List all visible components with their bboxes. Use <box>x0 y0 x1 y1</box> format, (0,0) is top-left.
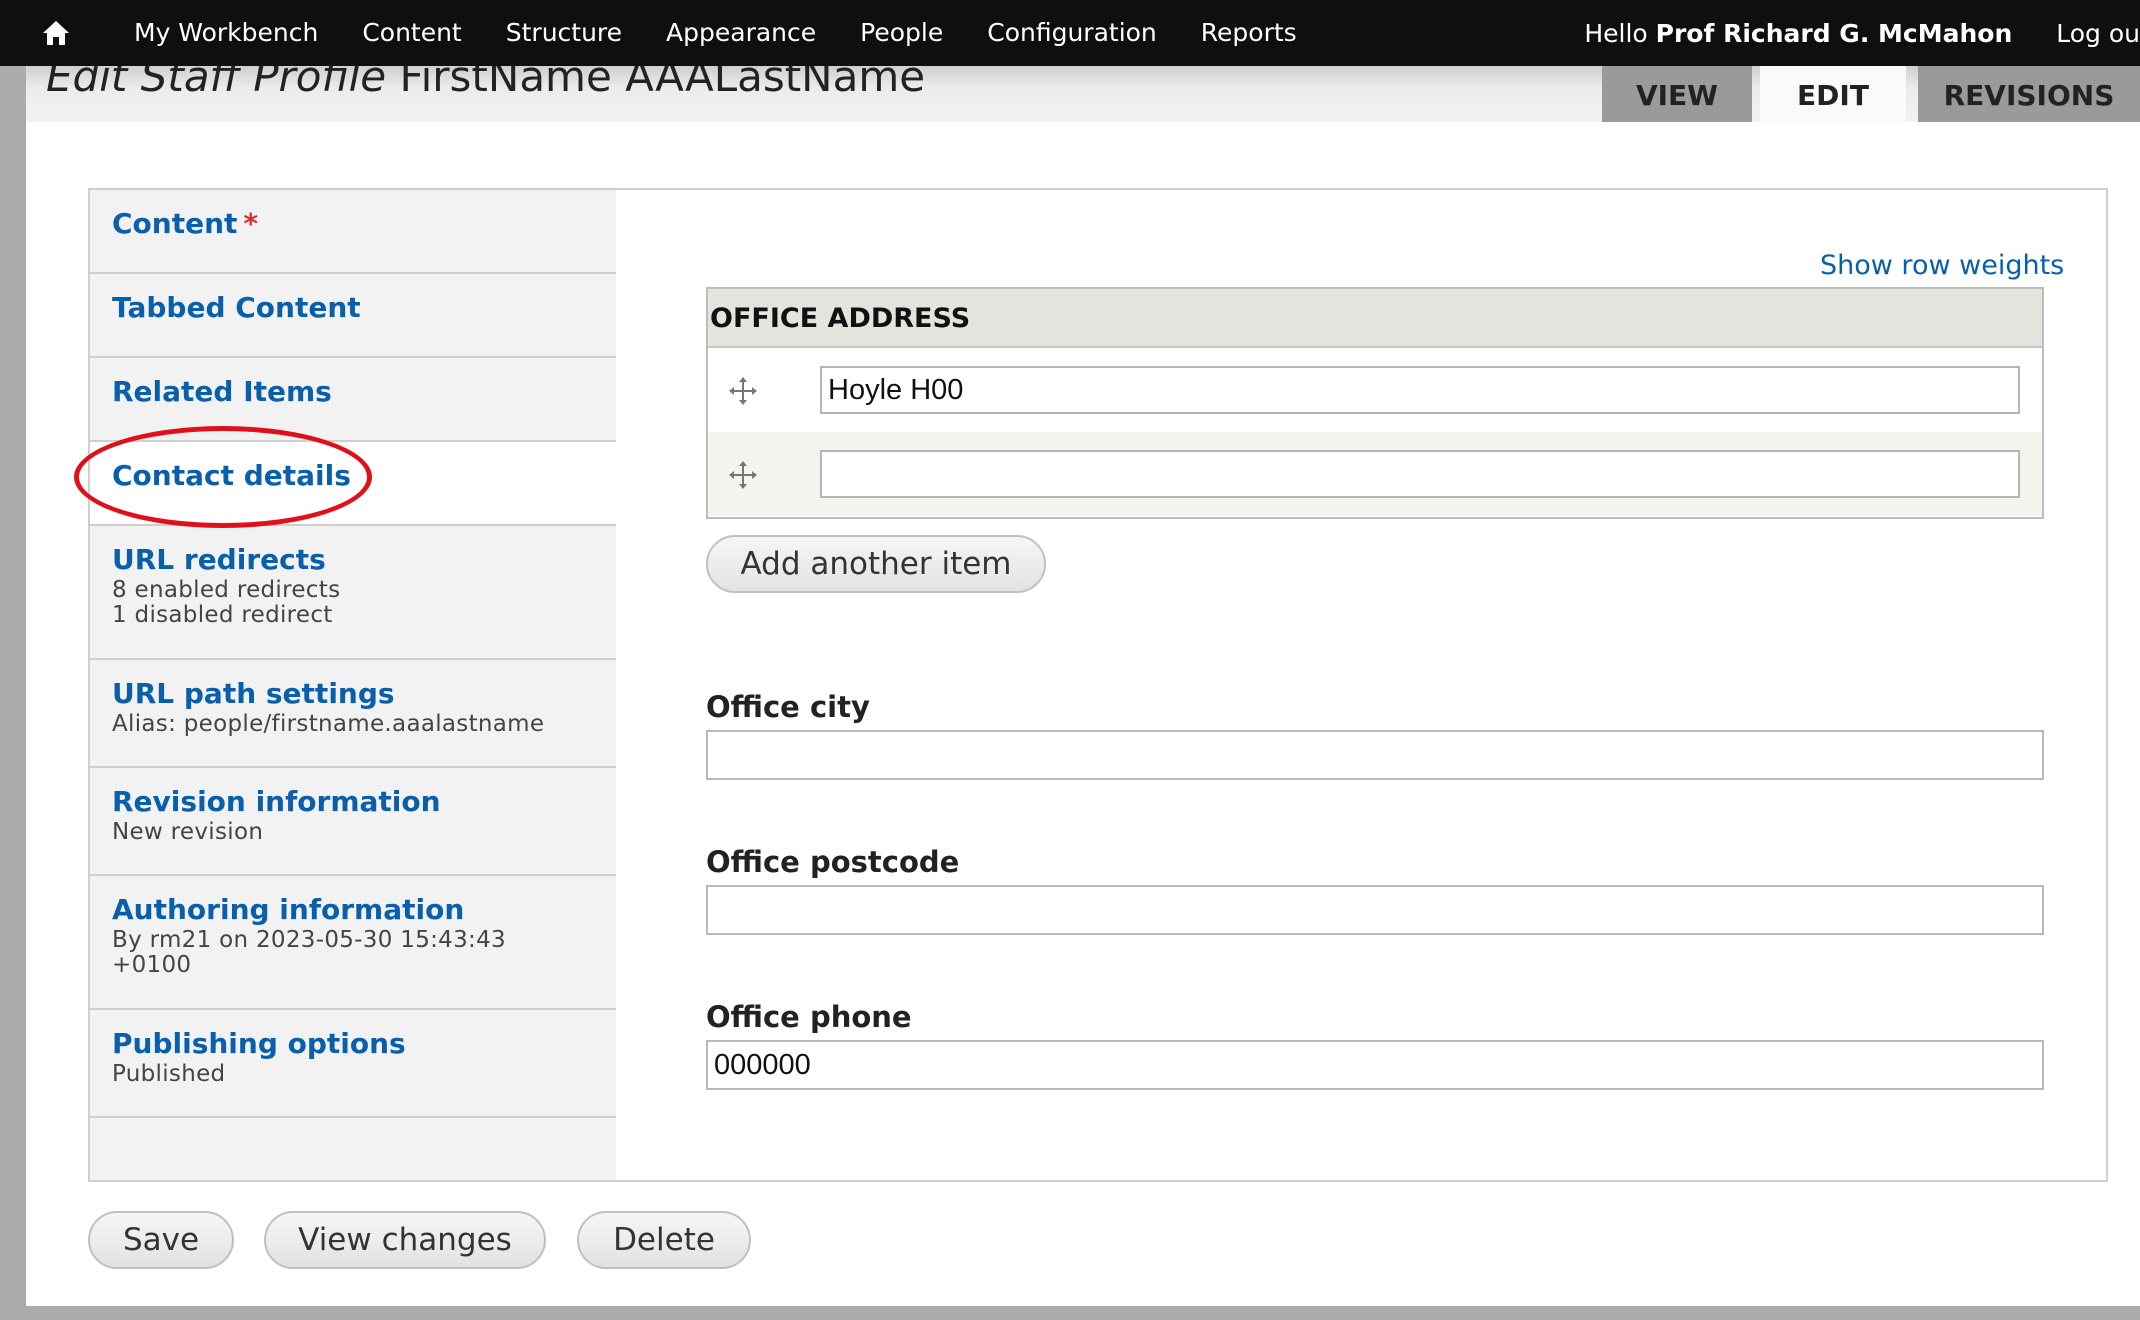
vtab-summary: 1 disabled redirect <box>112 602 333 628</box>
vtab-publishing-options[interactable]: Publishing options Published <box>90 1010 618 1118</box>
office-city-label: Office city <box>706 690 870 724</box>
tab-view[interactable]: VIEW <box>1602 66 1752 122</box>
toolbar-people[interactable]: People <box>838 0 965 66</box>
office-address-input-1[interactable] <box>820 366 2020 414</box>
vtab-summary: Alias: people/firstname.aaalastname <box>112 711 545 737</box>
office-city-input[interactable] <box>706 730 2044 780</box>
vtab-title: Authoring information <box>112 893 465 926</box>
toolbar-structure[interactable]: Structure <box>484 0 644 66</box>
table-row <box>708 432 2042 516</box>
toolbar-content[interactable]: Content <box>340 0 483 66</box>
vtab-url-path-settings[interactable]: URL path settings Alias: people/firstnam… <box>90 660 618 768</box>
office-phone-input[interactable] <box>706 1040 2044 1090</box>
office-postcode-input[interactable] <box>706 885 2044 935</box>
user-name[interactable]: Prof Richard G. McMahon <box>1656 19 2013 48</box>
drag-handle-icon[interactable] <box>728 460 758 490</box>
office-postcode-label: Office postcode <box>706 845 960 879</box>
delete-button[interactable]: Delete <box>577 1211 751 1269</box>
add-another-item-button[interactable]: Add another item <box>706 535 1046 593</box>
drag-handle-icon[interactable] <box>728 376 758 406</box>
vtab-contact-details[interactable]: Contact details <box>90 442 622 526</box>
vtab-content-label: Content <box>112 207 238 240</box>
vtab-title: Related Items <box>112 375 332 408</box>
toolbar-reports[interactable]: Reports <box>1179 0 1319 66</box>
vtab-summary: 8 enabled redirects <box>112 577 341 603</box>
vtab-summary: +0100 <box>112 952 192 978</box>
vtab-url-redirects[interactable]: URL redirects 8 enabled redirects 1 disa… <box>90 526 618 660</box>
vtab-title: Publishing options <box>112 1027 406 1060</box>
tab-revisions[interactable]: REVISIONS <box>1918 66 2140 122</box>
office-phone-label: Office phone <box>706 1000 912 1034</box>
vtab-title: URL path settings <box>112 677 395 710</box>
user-greeting[interactable]: Hello Prof Richard G. McMahon <box>1584 19 2056 48</box>
logout-link[interactable]: Log ou <box>2056 19 2140 48</box>
vtab-related-items[interactable]: Related Items <box>90 358 618 442</box>
toolbar-my-workbench[interactable]: My Workbench <box>112 0 340 66</box>
page-header: Edit Staff Profile FirstName AAALastName… <box>26 52 2140 122</box>
toolbar-appearance[interactable]: Appearance <box>644 0 838 66</box>
vtab-summary: By rm21 on 2023-05-30 15:43:43 <box>112 927 506 953</box>
vtab-title: Content * <box>112 190 618 242</box>
vtab-authoring-information[interactable]: Authoring information By rm21 on 2023-05… <box>90 876 618 1010</box>
vtab-content[interactable]: Content * <box>90 190 618 274</box>
office-address-table: OFFICE ADDRESS <box>706 287 2044 519</box>
required-marker: * <box>243 207 259 240</box>
vtab-title: Contact details <box>112 459 351 492</box>
greeting-prefix: Hello <box>1584 18 1656 48</box>
toolbar-configuration[interactable]: Configuration <box>965 0 1179 66</box>
vtab-tabbed-content[interactable]: Tabbed Content <box>90 274 618 358</box>
save-button[interactable]: Save <box>88 1211 234 1269</box>
office-address-input-2[interactable] <box>820 450 2020 498</box>
tab-edit[interactable]: EDIT <box>1760 66 1906 122</box>
admin-toolbar: My Workbench Content Structure Appearanc… <box>0 0 2140 66</box>
office-address-header: OFFICE ADDRESS <box>708 289 2042 348</box>
vtab-summary: New revision <box>112 819 264 845</box>
show-row-weights-link[interactable]: Show row weights <box>1820 250 2064 281</box>
table-row <box>708 348 2042 432</box>
vtab-title: URL redirects <box>112 543 326 576</box>
primary-tabs: VIEW EDIT REVISIONS <box>1602 66 2140 122</box>
vertical-tabs: Content * Tabbed Content Related Items Co… <box>88 188 622 1182</box>
vtab-summary: Published <box>112 1061 226 1087</box>
vtab-title: Tabbed Content <box>112 291 361 324</box>
view-changes-button[interactable]: View changes <box>264 1211 546 1269</box>
vtab-title: Revision information <box>112 785 441 818</box>
home-icon[interactable] <box>0 0 112 66</box>
vtab-revision-information[interactable]: Revision information New revision <box>90 768 618 876</box>
